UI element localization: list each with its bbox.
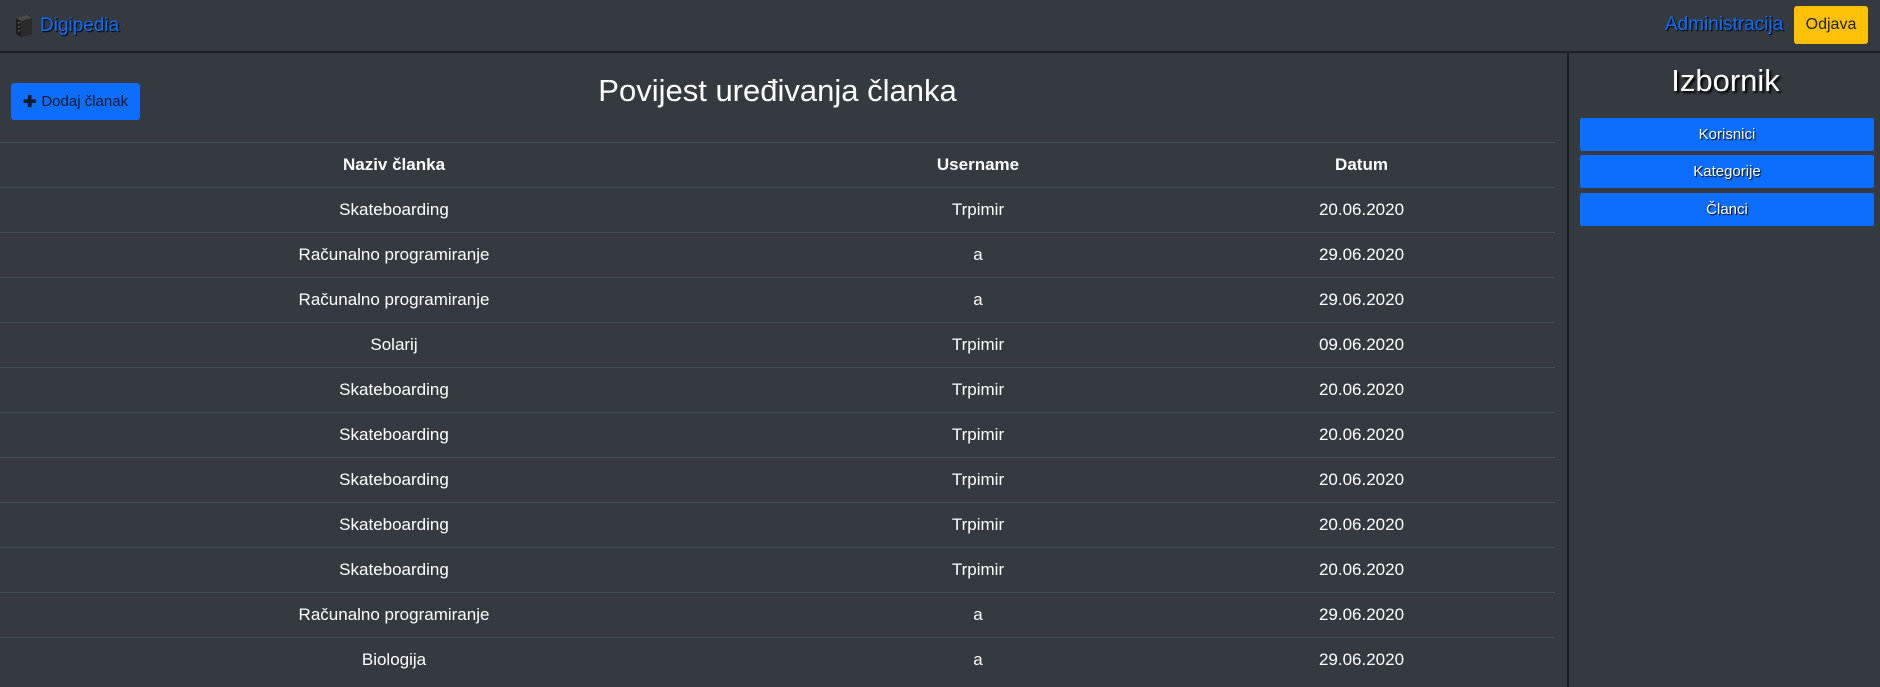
cell-date: 20.06.2020 [1168, 412, 1555, 458]
cell-date: 29.06.2020 [1168, 277, 1555, 323]
table-row: Skateboarding Trpimir 20.06.2020 [0, 502, 1555, 548]
sidebar-item-categories[interactable]: Kategorije [1580, 155, 1874, 188]
cell-username: Trpimir [788, 457, 1168, 503]
cell-date: 20.06.2020 [1168, 187, 1555, 233]
table-row: Skateboarding Trpimir 20.06.2020 [0, 187, 1555, 233]
cell-article-name: Skateboarding [0, 457, 788, 503]
cell-article-name: Računalno programiranje [0, 232, 788, 278]
cell-article-name: Računalno programiranje [0, 592, 788, 638]
cell-article-name: Biologija [0, 637, 788, 683]
cell-article-name: Skateboarding [0, 412, 788, 458]
table-row: Računalno programiranje a 29.06.2020 [0, 277, 1555, 323]
cell-article-name: Solarij [0, 322, 788, 368]
cell-username: Trpimir [788, 367, 1168, 413]
logout-button[interactable]: Odjava [1794, 6, 1868, 44]
table-header-row: Naziv članka Username Datum [0, 142, 1555, 188]
cell-username: a [788, 277, 1168, 323]
table-row: Skateboarding Trpimir 20.06.2020 [0, 547, 1555, 593]
cell-username: Trpimir [788, 187, 1168, 233]
table-row: Solarij Trpimir 09.06.2020 [0, 322, 1555, 368]
main-content: ✚ Dodaj članak Povijest uređivanja člank… [0, 53, 1567, 687]
cell-article-name: Skateboarding [0, 187, 788, 233]
sidebar-item-users[interactable]: Korisnici [1580, 118, 1874, 151]
cell-username: a [788, 232, 1168, 278]
table-row: Skateboarding Trpimir 20.06.2020 [0, 367, 1555, 413]
sidebar-menu: Izbornik Korisnici Kategorije Članci [1567, 53, 1880, 687]
cell-date: 20.06.2020 [1168, 367, 1555, 413]
administration-link[interactable]: Administracija [1665, 14, 1783, 36]
cell-date: 09.06.2020 [1168, 322, 1555, 368]
top-navbar: Digipedia Administracija Odjava [0, 0, 1880, 53]
cell-date: 20.06.2020 [1168, 457, 1555, 503]
page-title: Povijest uređivanja članka [598, 73, 957, 108]
sidebar-title: Izbornik [1671, 63, 1780, 98]
brand-link[interactable]: Digipedia [13, 14, 119, 38]
cell-username: Trpimir [788, 322, 1168, 368]
cell-date: 29.06.2020 [1168, 637, 1555, 683]
cell-article-name: Skateboarding [0, 502, 788, 548]
cell-username: a [788, 592, 1168, 638]
table-row: Računalno programiranje a 29.06.2020 [0, 232, 1555, 278]
cell-date: 29.06.2020 [1168, 232, 1555, 278]
column-header-date: Datum [1168, 142, 1555, 188]
cell-article-name: Skateboarding [0, 547, 788, 593]
table-row: Biologija a 29.06.2020 [0, 637, 1555, 683]
sidebar-item-articles[interactable]: Članci [1580, 193, 1874, 226]
table-row: Skateboarding Trpimir 20.06.2020 [0, 412, 1555, 458]
cell-username: Trpimir [788, 412, 1168, 458]
book-icon [16, 15, 32, 37]
cell-article-name: Računalno programiranje [0, 277, 788, 323]
cell-username: Trpimir [788, 547, 1168, 593]
cell-username: a [788, 637, 1168, 683]
cell-date: 20.06.2020 [1168, 502, 1555, 548]
cell-date: 20.06.2020 [1168, 547, 1555, 593]
cell-date: 29.06.2020 [1168, 592, 1555, 638]
brand-name: Digipedia [40, 15, 120, 36]
cell-article-name: Skateboarding [0, 367, 788, 413]
column-header-article-name: Naziv članka [0, 142, 788, 188]
table-row: Skateboarding Trpimir 20.06.2020 [0, 457, 1555, 503]
table-row: Računalno programiranje a 29.06.2020 [0, 592, 1555, 638]
edit-history-table: Naziv članka Username Datum Skateboardin… [0, 142, 1555, 683]
cell-username: Trpimir [788, 502, 1168, 548]
column-header-username: Username [788, 142, 1168, 188]
